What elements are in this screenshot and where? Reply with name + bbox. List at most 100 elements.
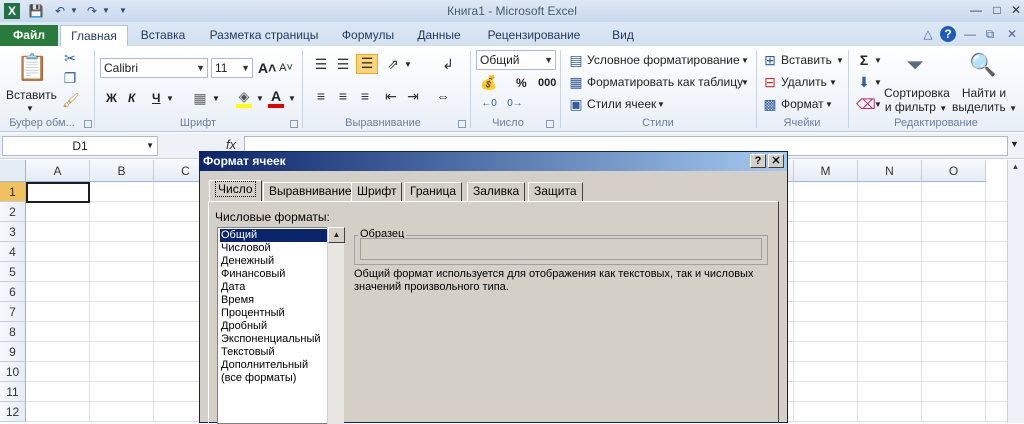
format-cells-button[interactable]: Формат [781,97,824,111]
fill-icon[interactable]: ⬇ [856,74,872,90]
row-header[interactable]: 7 [0,302,26,322]
fx-icon[interactable]: fx [226,137,236,152]
column-header[interactable]: O [922,160,986,182]
tab-file[interactable]: Файл [0,25,58,46]
alignment-launcher-icon[interactable] [458,120,466,128]
decrease-decimal-icon[interactable]: 0→ [506,96,524,112]
close-window-icon[interactable]: ✕ [1008,2,1024,18]
category-item[interactable]: Процентный [220,307,285,320]
increase-decimal-icon[interactable]: ←0 [480,96,498,112]
dialog-help-button[interactable]: ? [750,154,766,168]
maximize-icon[interactable]: □ [989,2,1005,18]
row-header[interactable]: 11 [0,382,26,402]
tab-formulas[interactable]: Формулы [332,25,404,46]
delete-cells-button[interactable]: Удалить [781,75,827,89]
category-item[interactable]: Дополнительный [220,359,308,372]
find-select-icon[interactable]: 🔍 [968,50,998,80]
borders-icon[interactable]: ▦ [192,90,208,106]
tab-insert[interactable]: Вставка [132,25,194,46]
tab-view[interactable]: Вид [598,25,648,46]
shrink-font-icon[interactable]: A˅ [278,60,294,76]
category-item[interactable]: Денежный [220,255,274,268]
sort-filter-button[interactable]: Сортировка и фильтр ▼ [884,86,950,116]
font-color-dropdown-icon[interactable]: ▼ [288,92,296,106]
paste-dropdown-icon[interactable]: ▼ [26,102,34,116]
row-header[interactable]: 3 [0,222,26,242]
clear-icon[interactable]: ⌫ [856,96,876,112]
category-listbox[interactable]: Общий Числовой Денежный Финансовый Дата Время… [217,227,344,424]
dialog-title-bar[interactable]: Формат ячеек [200,152,787,171]
dialog-tab-alignment[interactable]: Выравнивание [263,182,358,201]
align-center-icon[interactable]: ≡ [334,88,352,104]
align-left-icon[interactable]: ≡ [312,88,330,104]
format-painter-icon[interactable]: 🖌 [62,92,80,108]
dialog-tab-border[interactable]: Граница [404,182,463,201]
row-header[interactable]: 4 [0,242,26,262]
increase-indent-icon[interactable]: ⇥ [404,88,422,104]
row-header[interactable]: 8 [0,322,26,342]
workbook-restore-icon[interactable]: ⧉ [982,26,998,42]
font-color-icon[interactable]: A [268,88,284,108]
font-size-combo[interactable]: 11 ▼ [211,58,253,78]
row-header[interactable]: 12 [0,402,26,422]
align-bottom-icon[interactable]: ☰ [356,54,378,74]
clipboard-launcher-icon[interactable] [84,120,92,128]
paste-icon[interactable]: 📋 [16,52,48,82]
merge-center-icon[interactable]: ⇔ [434,88,452,104]
orientation-dropdown-icon[interactable]: ▼ [404,58,412,72]
clear-dropdown-icon[interactable]: ▼ [874,98,882,112]
chevron-down-icon[interactable]: ▼ [741,54,749,68]
cell-styles-button[interactable]: Стили ячеек [587,97,656,111]
chevron-down-icon[interactable]: ▼ [829,76,837,90]
dialog-close-button[interactable]: ✕ [768,154,784,168]
fill-color-icon[interactable]: ◈ [236,88,252,108]
insert-cells-button[interactable]: Вставить [781,53,832,67]
paste-button[interactable]: Вставить [6,88,57,102]
copy-icon[interactable]: ❐ [62,70,78,86]
dialog-tab-number[interactable]: Число [209,180,262,202]
dialog-tab-fill[interactable]: Заливка [467,182,526,201]
tab-page-layout[interactable]: Разметка страницы [198,25,330,46]
orientation-icon[interactable]: ⇗ [384,56,402,72]
workbook-close-icon[interactable]: ✕ [1004,26,1020,42]
workbook-minimize-icon[interactable]: — [962,26,978,42]
category-item[interactable]: Дробный [220,320,267,333]
cut-icon[interactable]: ✂ [62,50,78,66]
underline-dropdown-icon[interactable]: ▼ [166,92,174,106]
category-item[interactable]: Дата [220,281,245,294]
tab-review[interactable]: Рецензирование [474,25,594,46]
format-cells-icon[interactable]: ▩ [762,96,778,112]
autosum-dropdown-icon[interactable]: ▼ [874,54,882,68]
row-header[interactable]: 9 [0,342,26,362]
cell-styles-icon[interactable]: ▣ [568,96,584,112]
category-item[interactable]: Текстовый [220,346,275,359]
tab-data[interactable]: Данные [408,25,470,46]
column-header[interactable]: A [26,160,90,182]
wrap-text-icon[interactable]: ↲ [440,56,456,72]
vertical-scrollbar[interactable] [1007,160,1024,423]
select-all-corner[interactable] [0,160,26,182]
category-item[interactable]: Время [220,294,254,307]
row-header[interactable]: 1 [0,182,26,202]
help-icon[interactable]: ? [940,26,956,42]
currency-icon[interactable]: 💰 [480,74,497,90]
scroll-up-icon[interactable]: ▲ [1008,162,1023,178]
font-launcher-icon[interactable] [290,120,298,128]
column-header[interactable]: M [794,160,858,182]
ribbon-collapse-icon[interactable]: △ [920,26,936,42]
sort-filter-icon[interactable]: ⏷ [900,50,930,80]
align-top-icon[interactable]: ☰ [312,56,330,72]
underline-button[interactable]: Ч [152,91,160,105]
category-scrollbar[interactable]: ▲ [327,227,345,424]
number-format-combo[interactable]: Общий ▼ [476,50,556,70]
delete-cells-icon[interactable]: ⊟ [762,74,778,90]
scroll-up-icon[interactable]: ▲ [328,227,345,243]
column-header[interactable]: N [858,160,922,182]
find-select-button[interactable]: Найти и выделить ▼ [952,86,1017,116]
align-right-icon[interactable]: ≡ [356,88,374,104]
tab-home[interactable]: Главная [60,25,128,46]
chevron-down-icon[interactable]: ▼ [825,98,833,112]
align-middle-icon[interactable]: ☰ [334,56,352,72]
dialog-tab-protection[interactable]: Защита [528,182,583,201]
chevron-down-icon[interactable]: ▼ [657,98,665,112]
